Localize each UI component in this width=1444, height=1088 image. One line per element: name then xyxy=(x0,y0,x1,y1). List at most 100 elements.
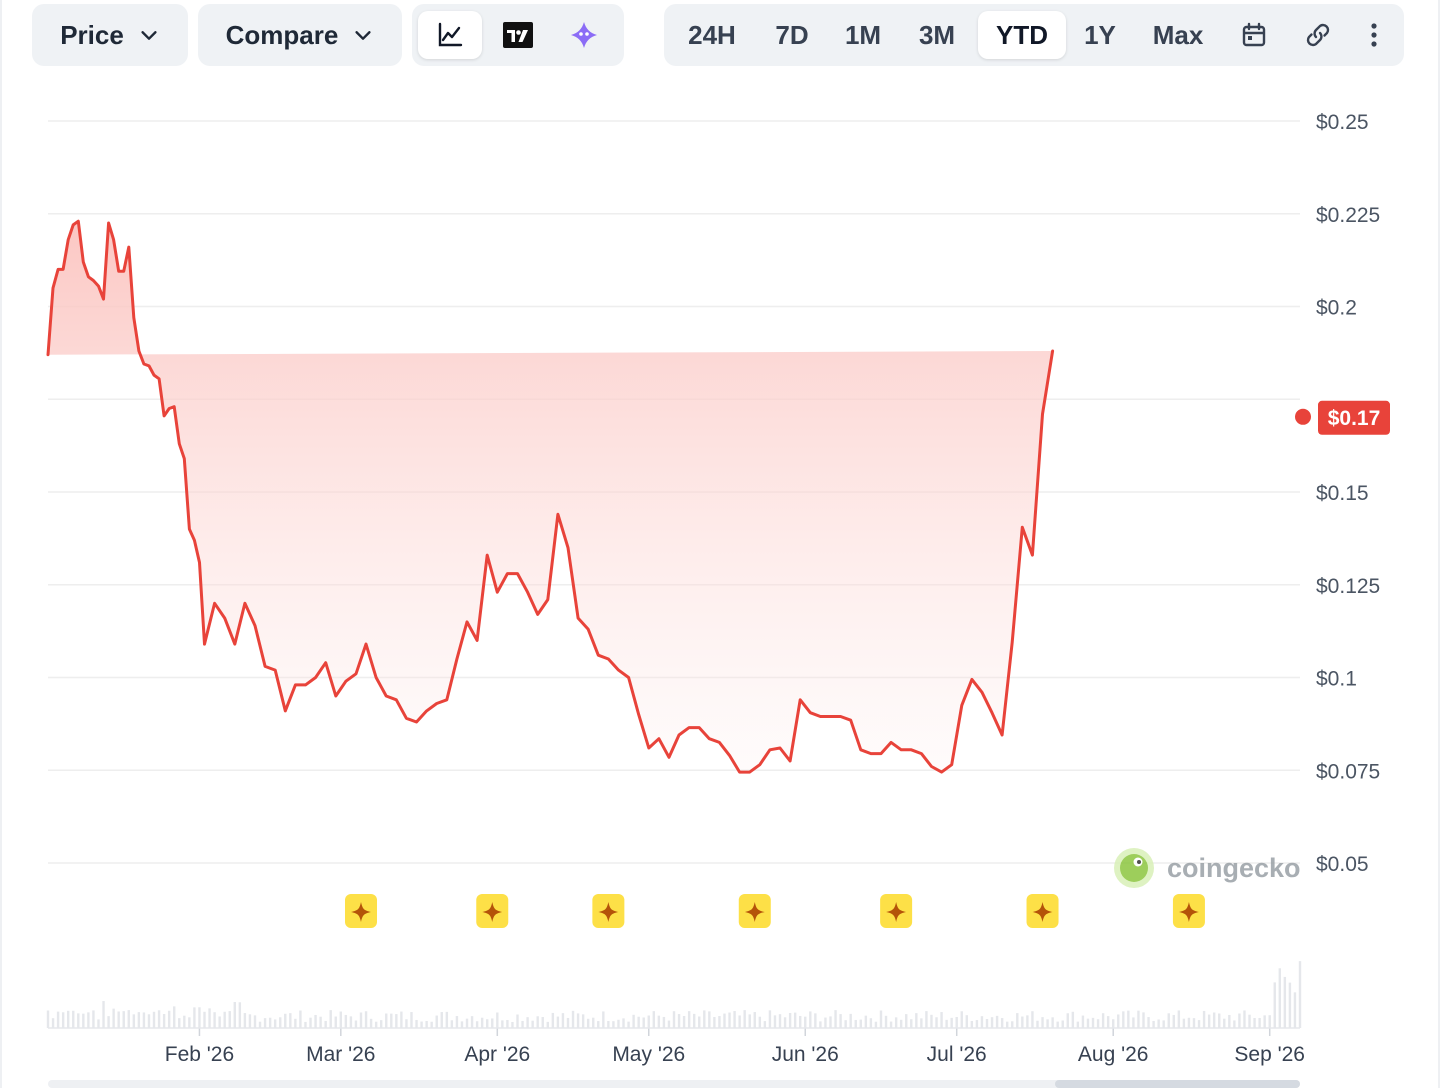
volume-bar xyxy=(1248,1014,1251,1028)
volume-bar xyxy=(612,1021,615,1028)
volume-bar xyxy=(551,1012,555,1028)
volume-bar xyxy=(1197,1020,1201,1028)
volume-bar xyxy=(1061,1020,1064,1028)
volume-bar xyxy=(849,1013,852,1028)
volume-bar xyxy=(1152,1020,1155,1028)
volume-bar xyxy=(869,1018,873,1028)
volume-bar xyxy=(1016,1013,1019,1028)
volume-bar xyxy=(930,1014,933,1028)
volume-bar xyxy=(864,1015,868,1028)
volume-bar xyxy=(258,1021,262,1028)
coingecko-logo-icon xyxy=(1114,848,1154,888)
volume-bar xyxy=(369,1018,373,1028)
volume-bar xyxy=(1071,1011,1075,1028)
volume-bar xyxy=(753,1012,756,1028)
volume-bar xyxy=(581,1014,585,1028)
volume-bar xyxy=(137,1012,141,1028)
y-tick-label: $0.05 xyxy=(1316,853,1369,876)
volume-bar xyxy=(682,1016,686,1028)
volume-bar xyxy=(390,1013,393,1028)
volume-bar xyxy=(622,1018,625,1028)
volume-bar xyxy=(1298,961,1302,1028)
volume-bar xyxy=(824,1017,827,1028)
volume-bar xyxy=(385,1013,388,1028)
volume-bar xyxy=(1268,1015,1271,1028)
volume-bar xyxy=(1218,1013,1221,1028)
volume-bar xyxy=(1117,1014,1120,1028)
current-price-label: $0.17 xyxy=(1328,407,1381,430)
volume-bar xyxy=(248,1014,252,1028)
watermark-text: coingecko xyxy=(1167,853,1301,883)
volume-bar xyxy=(238,1002,242,1028)
volume-bar xyxy=(400,1011,403,1028)
volume-bar xyxy=(1192,1018,1196,1028)
volume-bar xyxy=(233,1002,236,1028)
volume-bar xyxy=(647,1015,650,1028)
volume-bar xyxy=(289,1013,292,1028)
volume-bar xyxy=(339,1011,343,1028)
y-axis-labels: $0.25 $0.225 $0.2 $0.15 $0.125 $0.1 $0.075 $0.0… xyxy=(1316,111,1380,876)
volume-bar xyxy=(425,1021,428,1028)
volume-bar xyxy=(1096,1019,1100,1028)
volume-bar xyxy=(329,1010,332,1028)
volume-bar xyxy=(430,1021,433,1028)
area-fill-layer xyxy=(48,221,1053,773)
volume-bar xyxy=(586,1018,590,1028)
volume-bar xyxy=(889,1021,893,1028)
y-tick-label: $0.225 xyxy=(1316,204,1380,227)
volume-bar xyxy=(314,1014,317,1028)
volume-bar xyxy=(1212,1012,1216,1028)
volume-bar xyxy=(268,1017,272,1028)
volume-bar xyxy=(839,1014,842,1028)
volume-bar xyxy=(965,1015,969,1028)
volume-bar xyxy=(183,1015,186,1028)
volume-bar xyxy=(46,1010,50,1028)
volume-bar xyxy=(1021,1016,1024,1028)
volume-bar xyxy=(480,1017,484,1028)
volume-bar xyxy=(1081,1015,1085,1028)
volume-bar xyxy=(1137,1010,1140,1028)
volume-bar xyxy=(162,1013,166,1028)
volume-bar xyxy=(374,1021,378,1028)
volume-bar xyxy=(1112,1019,1115,1028)
volume-bar xyxy=(708,1011,711,1028)
volume-bar xyxy=(1091,1017,1095,1028)
volume-bar xyxy=(1177,1010,1181,1028)
x-tick-label: May '26 xyxy=(612,1043,685,1066)
volume-bar xyxy=(415,1019,418,1028)
volume-bar xyxy=(940,1012,943,1028)
volume-bar xyxy=(607,1021,610,1028)
x-tick-label: Feb '26 xyxy=(165,1043,234,1066)
volume-bar xyxy=(637,1016,640,1028)
volume-bar xyxy=(809,1011,812,1028)
y-tick-label: $0.075 xyxy=(1316,760,1380,783)
price-area-fill xyxy=(48,221,1053,773)
event-marker-icon xyxy=(476,894,509,928)
volume-bar xyxy=(157,1010,161,1028)
volume-bar xyxy=(354,1020,358,1028)
volume-bar xyxy=(1182,1018,1186,1028)
volume-bar xyxy=(445,1011,449,1028)
volume-bar xyxy=(324,1020,327,1028)
chart-navigator-thumb[interactable] xyxy=(1055,1080,1300,1088)
volume-bar xyxy=(819,1021,822,1028)
volume-bar xyxy=(945,1019,948,1028)
x-tick-label: Jul '26 xyxy=(927,1043,987,1066)
volume-bar xyxy=(854,1019,857,1028)
volume-bar xyxy=(294,1018,297,1028)
volume-bar xyxy=(748,1014,751,1028)
volume-bar xyxy=(193,1007,196,1028)
volume-bar xyxy=(117,1011,120,1028)
volume-bar xyxy=(97,1019,100,1028)
volume-bar xyxy=(920,1018,923,1028)
price-chart[interactable]: $0.25 $0.225 $0.2 $0.15 $0.125 $0.1 $0.075 $0.0… xyxy=(0,0,1444,1088)
volume-bar xyxy=(51,1018,55,1028)
event-marker-icon xyxy=(1172,894,1205,928)
event-marker-icon xyxy=(738,894,771,928)
volume-bar xyxy=(970,1020,974,1028)
volume-bar xyxy=(829,1016,832,1028)
volume-bar xyxy=(263,1018,267,1028)
volume-bar xyxy=(617,1019,620,1028)
volume-bar xyxy=(1167,1013,1170,1028)
volume-bar xyxy=(460,1021,464,1028)
